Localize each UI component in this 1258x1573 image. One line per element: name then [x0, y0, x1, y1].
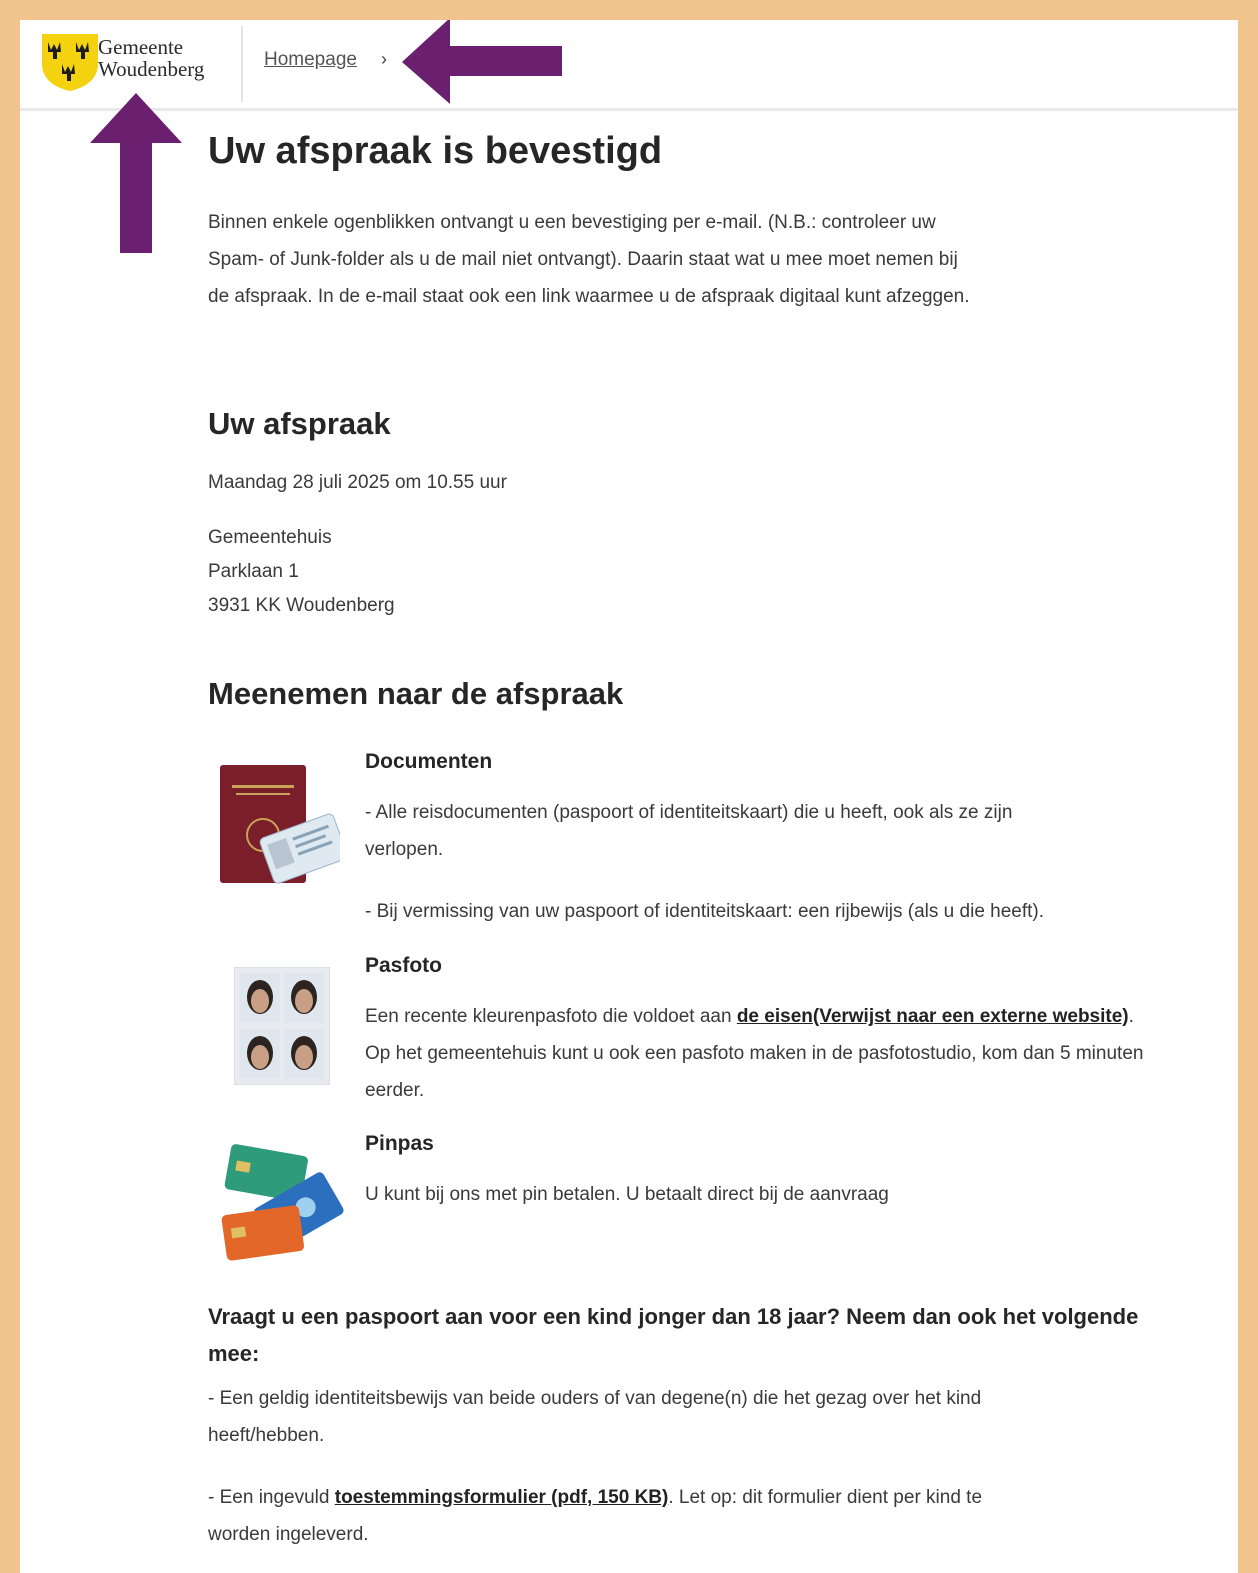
pasfoto-text: Een recente kleurenpasfoto die voldoet a… [365, 998, 1155, 1109]
toestemmingsformulier-link[interactable]: toestemmingsformulier (pdf, 150 KB) [335, 1487, 669, 1508]
de-eisen-link[interactable]: de eisen(Verwijst naar een externe websi… [737, 1006, 1129, 1027]
documenten-title: Documenten [365, 750, 493, 773]
pinpas-text: U kunt bij ons met pin betalen. U betaal… [365, 1184, 889, 1205]
site-header: Gemeente Woudenberg Homepage › [20, 20, 1238, 111]
passport-icon [220, 765, 340, 884]
child-question: Vraagt u een paspoort aan voor een kind … [208, 1304, 1139, 1366]
location-city: 3931 KK Woudenberg [208, 595, 395, 616]
arrow-up-icon [90, 93, 182, 253]
location-name: Gemeentehuis [208, 527, 332, 548]
child-item-2-before: - Een ingevuld [208, 1487, 335, 1508]
logo-shield-icon[interactable] [38, 30, 102, 92]
intro-text: Binnen enkele ogenblikken ontvangt u een… [208, 212, 970, 307]
documenten-text-1: - Alle reisdocumenten (paspoort of ident… [365, 802, 1013, 860]
pasfoto-text-before: Een recente kleurenpasfoto die voldoet a… [365, 1006, 737, 1027]
breadcrumb-homepage-link[interactable]: Homepage [264, 49, 357, 71]
logo-text[interactable]: Gemeente Woudenberg [98, 36, 204, 80]
documenten-text-2: - Bij vermissing van uw paspoort of iden… [365, 901, 1045, 922]
child-item-1: - Een geldig identiteitsbewijs van beide… [208, 1388, 982, 1446]
passport-photos-icon [234, 967, 330, 1085]
location-street: Parklaan 1 [208, 561, 299, 582]
bank-cards-icon [221, 1144, 344, 1261]
logo-line-2: Woudenberg [98, 57, 205, 81]
page-title: Uw afspraak is bevestigd [208, 130, 663, 172]
breadcrumb-separator: › [381, 49, 387, 69]
logo-line-1: Gemeente [98, 35, 184, 59]
page-frame: Gemeente Woudenberg Homepage › Uw afspra… [20, 20, 1238, 1573]
bring-heading: Meenemen naar de afspraak [208, 676, 624, 711]
child-item-2: - Een ingevuld toestemmingsformulier (pd… [208, 1479, 988, 1553]
pinpas-title: Pinpas [365, 1132, 434, 1155]
appointment-datetime: Maandag 28 juli 2025 om 10.55 uur [208, 472, 507, 493]
arrow-left-icon [402, 20, 562, 104]
pasfoto-title: Pasfoto [365, 954, 443, 977]
header-divider [241, 26, 243, 102]
appointment-heading: Uw afspraak [208, 406, 391, 441]
